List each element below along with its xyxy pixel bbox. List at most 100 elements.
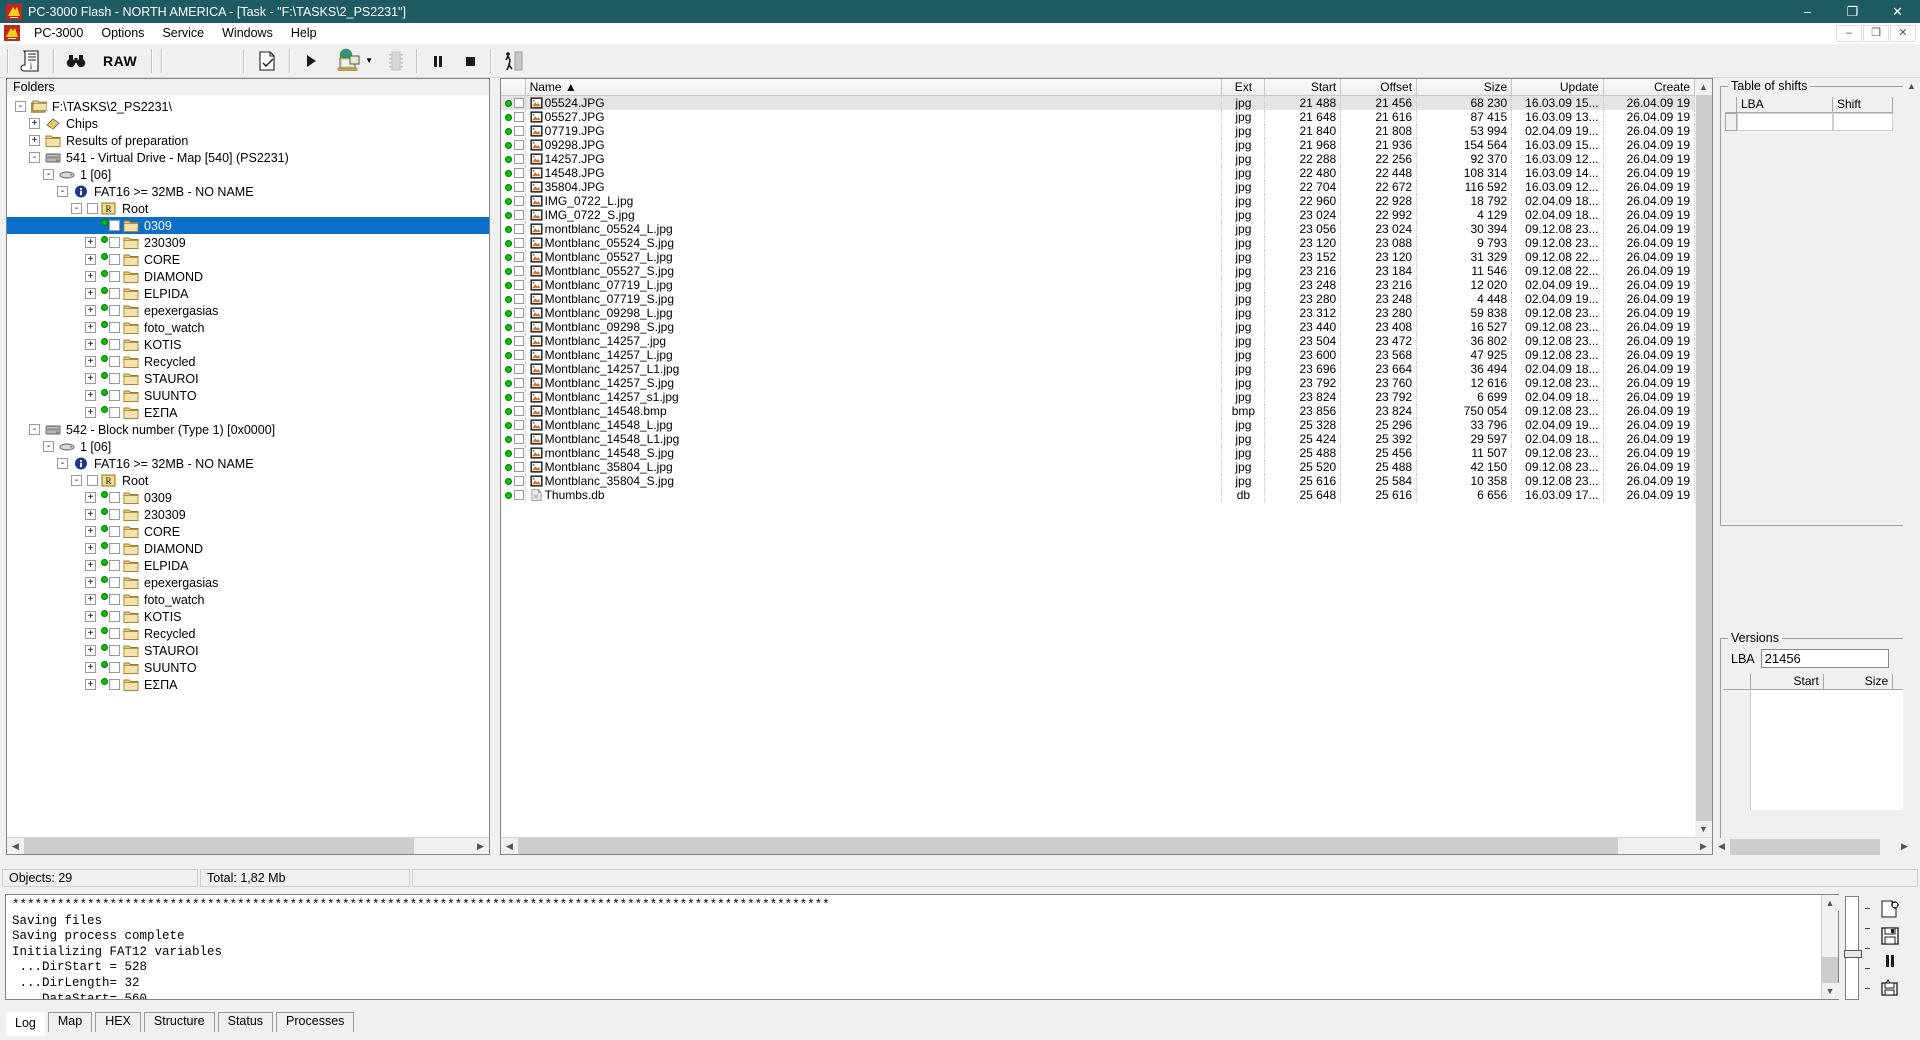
shifts-header[interactable]: LBA Shift	[1725, 97, 1909, 113]
tree-item-results-of-preparation[interactable]: +Results of preparation	[7, 132, 489, 149]
tab-status[interactable]: Status	[218, 1012, 273, 1032]
expand-toggle-icon[interactable]: +	[85, 611, 96, 622]
collapse-toggle-icon[interactable]: -	[71, 475, 82, 486]
file-row-marker[interactable]	[501, 138, 526, 152]
file-row[interactable]: Montblanc_05527_L.jpgjpg23 15223 12031 3…	[501, 250, 1695, 264]
tree-checkbox[interactable]	[109, 339, 120, 350]
tree-checkbox[interactable]	[109, 577, 120, 588]
file-row-marker[interactable]	[501, 152, 526, 166]
tree-item-root[interactable]: -RRoot	[7, 200, 489, 217]
tree-item-542-block-number-type-1-0x0000[interactable]: -542 - Block number (Type 1) [0x0000]	[7, 421, 489, 438]
file-row-marker[interactable]	[501, 292, 526, 306]
collapse-toggle-icon[interactable]: -	[43, 441, 54, 452]
menu-item-windows[interactable]: Windows	[213, 24, 282, 42]
expand-toggle-icon[interactable]: +	[85, 305, 96, 316]
expand-toggle-icon[interactable]: +	[85, 390, 96, 401]
expand-toggle-icon[interactable]: +	[85, 407, 96, 418]
file-row[interactable]: 14548.JPGjpg22 48022 448108 31416.03.09 …	[501, 166, 1695, 180]
exit-button[interactable]	[497, 46, 531, 76]
file-list-hscrollbar[interactable]: ◀ ▶	[501, 837, 1712, 854]
file-row[interactable]: montblanc_05524_L.jpgjpg23 05623 02430 3…	[501, 222, 1695, 236]
scroll-up-icon[interactable]: ▲	[1822, 895, 1839, 911]
scroll-thumb[interactable]	[1730, 839, 1880, 855]
right-vscrollbar[interactable]: ▲	[1903, 78, 1920, 855]
shifts-col-shift[interactable]: Shift	[1833, 97, 1893, 113]
scroll-up-icon[interactable]: ▲	[1903, 78, 1920, 94]
tree-item-stauroi[interactable]: +STAUROI	[7, 642, 489, 659]
file-row-checkbox[interactable]	[514, 126, 524, 136]
tree-checkbox[interactable]	[109, 628, 120, 639]
file-row-marker[interactable]	[501, 278, 526, 292]
tree-checkbox[interactable]	[109, 254, 120, 265]
file-row-checkbox[interactable]	[514, 196, 524, 206]
window-restore-button[interactable]: ❐	[1830, 0, 1875, 23]
file-row-checkbox[interactable]	[514, 392, 524, 402]
file-row-marker[interactable]	[501, 194, 526, 208]
run-button[interactable]	[296, 46, 326, 76]
file-row[interactable]: Montblanc_14257_L.jpgjpg23 60023 56847 9…	[501, 348, 1695, 362]
versions-header[interactable]: Start Size	[1723, 674, 1911, 690]
file-row-checkbox[interactable]	[514, 98, 524, 108]
file-row[interactable]: 09298.JPGjpg21 96821 936154 56416.03.09 …	[501, 138, 1695, 152]
menu-item-help[interactable]: Help	[282, 24, 326, 42]
file-row-marker[interactable]	[501, 222, 526, 236]
file-row-checkbox[interactable]	[514, 490, 524, 500]
tree-item-f-tasks-2-ps2231[interactable]: -F:\TASKS\2_PS2231\	[7, 98, 489, 115]
file-row[interactable]: IMG_0722_S.jpgjpg23 02422 9924 12902.04.…	[501, 208, 1695, 222]
tree-item-kotis[interactable]: +KOTIS	[7, 608, 489, 625]
tree-checkbox[interactable]	[109, 390, 120, 401]
expand-toggle-icon[interactable]: +	[85, 509, 96, 520]
tree-item-[interactable]: +ΕΣΠΑ	[7, 676, 489, 693]
collapse-toggle-icon[interactable]: -	[57, 186, 68, 197]
file-row-marker[interactable]	[501, 334, 526, 348]
tree-item-epexergasias[interactable]: +epexergasias	[7, 574, 489, 591]
file-row-marker[interactable]	[501, 124, 526, 138]
file-row[interactable]: Montblanc_14548.bmpbmp23 85623 824750 05…	[501, 404, 1695, 418]
scroll-right-icon[interactable]: ▶	[1695, 838, 1712, 854]
tree-item-epexergasias[interactable]: +epexergasias	[7, 302, 489, 319]
scroll-down-icon[interactable]: ▼	[1822, 983, 1839, 999]
file-row-checkbox[interactable]	[514, 210, 524, 220]
file-row-checkbox[interactable]	[514, 378, 524, 388]
menu-item-service[interactable]: Service	[153, 24, 213, 42]
right-hscrollbar[interactable]: ◀ ▶	[1713, 838, 1913, 855]
tree-checkbox[interactable]	[109, 560, 120, 571]
tree-checkbox[interactable]	[109, 373, 120, 384]
expand-toggle-icon[interactable]: +	[29, 135, 40, 146]
file-row-marker[interactable]	[501, 96, 526, 110]
file-list-grid[interactable]: Name ▲ExtStartOffsetSizeUpdateCreate 055…	[501, 79, 1695, 837]
utility-button[interactable]: ▼	[328, 46, 379, 76]
file-row[interactable]: Montblanc_14257_S.jpgjpg23 79223 76012 6…	[501, 376, 1695, 390]
tree-item-stauroi[interactable]: +STAUROI	[7, 370, 489, 387]
tree-checkbox[interactable]	[109, 679, 120, 690]
tree-item-recycled[interactable]: +Recycled	[7, 353, 489, 370]
file-row-checkbox[interactable]	[514, 434, 524, 444]
tree-item-kotis[interactable]: +KOTIS	[7, 336, 489, 353]
tree-item-1-06[interactable]: -1 [06]	[7, 166, 489, 183]
chevron-down-icon[interactable]: ▼	[365, 56, 373, 65]
tab-hex[interactable]: HEX	[95, 1012, 141, 1032]
file-row-checkbox[interactable]	[514, 252, 524, 262]
file-row-marker[interactable]	[501, 166, 526, 180]
window-minimize-button[interactable]: –	[1785, 0, 1830, 23]
expand-toggle-icon[interactable]: +	[85, 492, 96, 503]
shifts-cell-lba[interactable]	[1737, 113, 1833, 131]
file-row-checkbox[interactable]	[514, 238, 524, 248]
file-row-marker[interactable]	[501, 348, 526, 362]
tree-checkbox[interactable]	[109, 305, 120, 316]
file-row[interactable]: Montblanc_14257_L1.jpgjpg23 69623 66436 …	[501, 362, 1695, 376]
file-row-marker[interactable]	[501, 404, 526, 418]
file-row[interactable]: 05524.JPGjpg21 48821 45668 23016.03.09 1…	[501, 96, 1695, 110]
file-row-checkbox[interactable]	[514, 406, 524, 416]
collapse-toggle-icon[interactable]: -	[57, 458, 68, 469]
expand-toggle-icon[interactable]: +	[85, 577, 96, 588]
log-vscrollbar[interactable]: ▲ ▼	[1821, 895, 1838, 999]
scroll-thumb[interactable]	[1696, 95, 1712, 821]
expand-toggle-icon[interactable]: +	[85, 356, 96, 367]
window-close-button[interactable]: ✕	[1875, 0, 1920, 23]
scroll-left-icon[interactable]: ◀	[1713, 839, 1730, 855]
file-row-checkbox[interactable]	[514, 322, 524, 332]
file-row-marker[interactable]	[501, 460, 526, 474]
expand-toggle-icon[interactable]: +	[85, 679, 96, 690]
tree-checkbox[interactable]	[109, 543, 120, 554]
